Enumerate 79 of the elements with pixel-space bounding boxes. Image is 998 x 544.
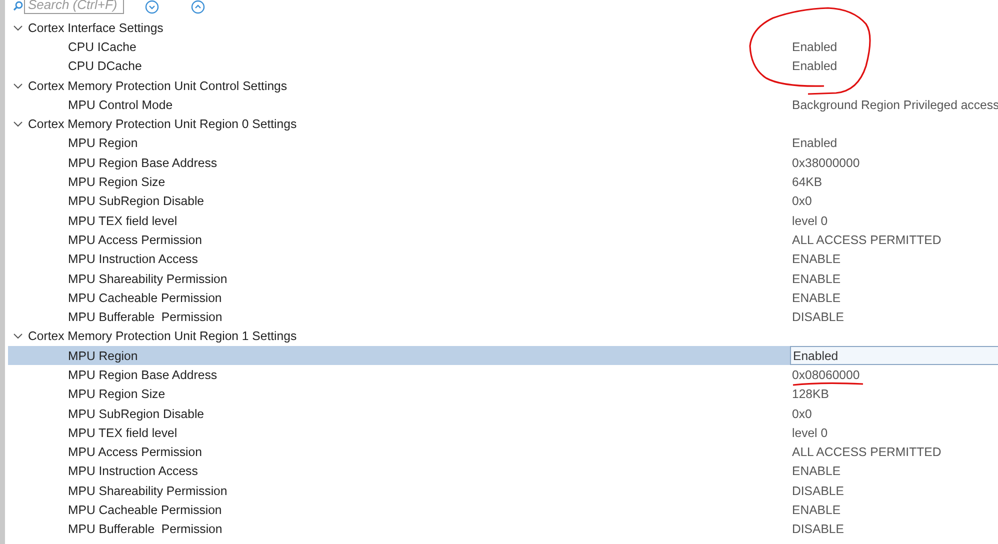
property-name: MPU Region	[68, 136, 138, 150]
property-value: 128KB	[792, 387, 830, 402]
property-row[interactable]: MPU Region Size	[8, 172, 790, 192]
property-value: Enabled	[792, 40, 838, 54]
property-name: MPU Shareability Permission	[68, 272, 228, 286]
property-value: DISABLE	[792, 522, 845, 536]
property-name: MPU Bufferable Permission	[68, 310, 222, 324]
property-name: MPU TEX field level	[68, 214, 178, 228]
chevron-down-icon[interactable]	[13, 119, 23, 130]
chevron-down-icon[interactable]	[13, 80, 23, 91]
property-value: Enabled	[792, 136, 838, 150]
property-row[interactable]: MPU Cacheable Permission	[8, 288, 790, 308]
chevron-down-icon[interactable]	[13, 22, 23, 33]
property-row[interactable]: MPU Region Base Address	[8, 365, 790, 385]
property-row[interactable]: MPU Access Permission	[8, 442, 790, 462]
property-row[interactable]: MPU SubRegion Disable	[8, 192, 790, 211]
search-icon	[13, 1, 23, 11]
property-name: MPU Access Permission	[68, 232, 202, 247]
property-row[interactable]: MPU Region Size	[8, 384, 790, 404]
property-value: ALL ACCESS PERMITTED	[792, 445, 942, 460]
property-name: MPU SubRegion Disable	[68, 194, 204, 208]
property-value: Enabled	[792, 59, 838, 74]
property-row[interactable]: MPU Bufferable Permission	[8, 520, 790, 540]
group-title: Cortex Memory Protection Unit Control Settings	[28, 78, 288, 93]
property-name: MPU Region Base Address	[68, 156, 218, 170]
property-name: MPU Shareability Permission	[68, 484, 228, 498]
property-row[interactable]: MPU Control Mode	[8, 95, 790, 114]
property-name: MPU Access Permission	[68, 445, 202, 460]
property-value: 0x08060000	[792, 368, 864, 382]
property-name: CPU DCache	[68, 59, 142, 74]
property-row[interactable]: MPU Shareability Permission	[8, 268, 790, 288]
property-name: MPU Region Base Address	[68, 368, 218, 382]
property-value: level 0	[792, 214, 829, 228]
property-value: ENABLE	[792, 464, 842, 478]
property-name: MPU Region	[68, 348, 138, 363]
property-row[interactable]: MPU SubRegion Disable	[8, 404, 790, 424]
property-name: MPU Region Size	[68, 175, 166, 190]
property-name: MPU Instruction Access	[68, 252, 198, 266]
property-value: 0x0	[792, 406, 813, 421]
property-row[interactable]: CPU ICache	[8, 37, 790, 57]
expand-icon[interactable]	[145, 0, 159, 14]
property-value: DISABLE	[792, 310, 845, 324]
property-row[interactable]: MPU TEX field level	[8, 210, 790, 230]
property-row[interactable]: MPU Region Base Address	[8, 153, 790, 172]
property-row[interactable]: MPU Instruction Access	[8, 250, 790, 269]
group-title: Cortex Interface Settings	[28, 20, 164, 35]
property-name: MPU TEX field level	[68, 426, 178, 440]
property-value: level 0	[792, 426, 829, 440]
collapse-icon[interactable]	[191, 0, 205, 14]
property-name: CPU ICache	[68, 40, 136, 54]
property-value: 64KB	[792, 175, 824, 190]
property-value: 0x38000000	[792, 156, 861, 170]
property-name: MPU Cacheable Permission	[68, 503, 222, 518]
property-value: DISABLE	[792, 484, 845, 498]
property-value[interactable]: Enabled	[793, 348, 842, 363]
property-row[interactable]: MPU Shareability Permission	[8, 481, 790, 500]
property-row[interactable]: MPU TEX field level	[8, 423, 790, 443]
property-row[interactable]: MPU Region	[8, 134, 790, 154]
property-name: MPU Cacheable Permission	[68, 290, 222, 305]
property-value: ALL ACCESS PERMITTED	[792, 232, 942, 247]
property-value: ENABLE	[792, 272, 842, 286]
property-value: ENABLE	[792, 252, 842, 266]
property-row[interactable]: MPU Access Permission	[8, 230, 790, 250]
property-row[interactable]: CPU DCache	[8, 56, 790, 76]
property-name: MPU SubRegion Disable	[68, 406, 204, 421]
property-name: MPU Region Size	[68, 387, 166, 402]
group-title: Cortex Memory Protection Unit Region 0 Settings	[28, 117, 297, 132]
group-title: Cortex Memory Protection Unit Region 1 Settings	[28, 329, 297, 344]
property-row[interactable]: MPU Bufferable Permission	[8, 307, 790, 327]
property-row[interactable]: MPU Instruction Access	[8, 462, 790, 482]
property-name: MPU Instruction Access	[68, 464, 198, 478]
property-name: MPU Bufferable Permission	[68, 522, 222, 536]
property-row[interactable]: MPU Cacheable Permission	[8, 500, 790, 520]
property-value: ENABLE	[792, 503, 842, 518]
chevron-down-icon[interactable]	[13, 331, 23, 342]
property-value: ENABLE	[792, 290, 842, 305]
property-name: MPU Control Mode	[68, 98, 173, 112]
property-row[interactable]: MPU Region	[8, 346, 790, 366]
property-value: 0x0	[792, 194, 813, 208]
